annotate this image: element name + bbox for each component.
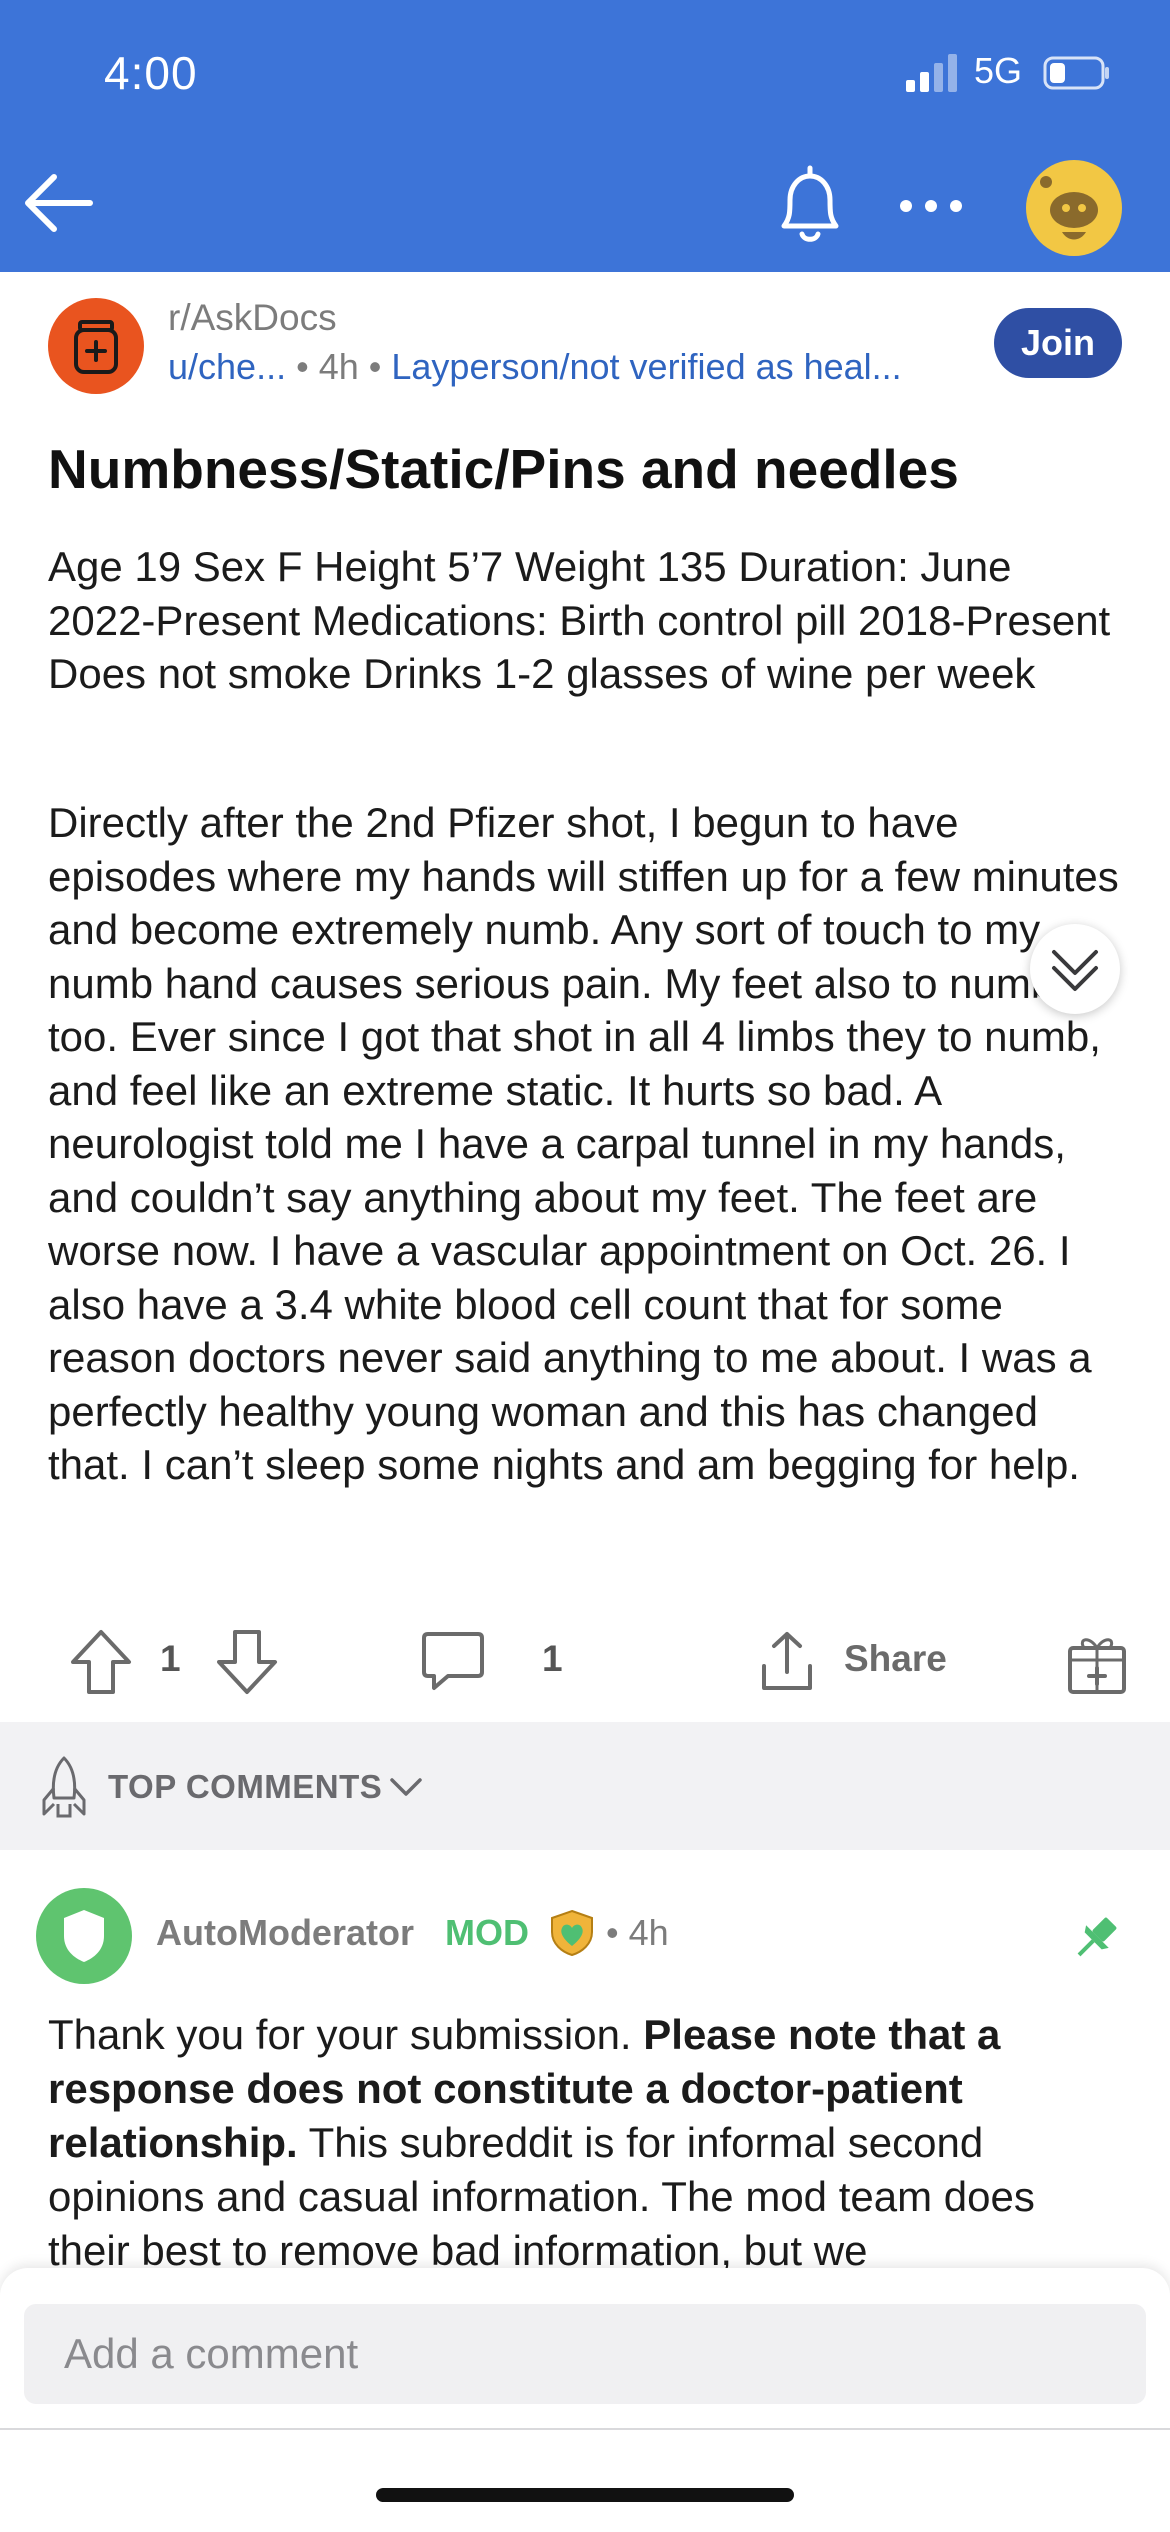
automoderator-avatar[interactable] [36,1888,132,1984]
post-meta: u/che... • 4h • Layperson/not verified a… [168,346,988,388]
mod-badge: MOD [445,1912,529,1953]
more-dots-icon [900,200,962,212]
post-body-paragraph: Age 19 Sex F Height 5’7 Weight 135 Durat… [48,543,1111,697]
app-header: 4:00 5G [0,0,1170,272]
signal-strength-icon [906,54,957,92]
back-button[interactable] [20,168,100,238]
comment-text-start: Thank you for your submission. [48,2011,644,2058]
user-avatar[interactable] [1026,160,1122,256]
meta-separator: • [606,1912,629,1953]
collapse-button[interactable] [1030,924,1120,1014]
bell-icon [781,165,839,242]
vote-count: 1 [160,1638,181,1679]
network-type: 5G [974,50,1023,91]
user-flair: Layperson/not verified as heal... [391,346,902,387]
award-button[interactable] [1062,1626,1132,1698]
subreddit-icon[interactable] [48,298,144,394]
home-indicator[interactable] [376,2488,794,2502]
chevron-down-icon [390,1778,422,1796]
gift-icon [1068,1638,1126,1694]
comment-meta: • 4h [606,1912,669,1954]
shield-icon [64,1910,104,1962]
add-comment-input[interactable] [24,2304,1146,2404]
double-chevron-down-icon [1052,950,1098,991]
post-author[interactable]: u/che... [168,346,286,387]
meta-separator: • [296,346,319,387]
sort-label: TOP COMMENTS [108,1768,383,1805]
notifications-button[interactable] [772,164,848,248]
comment-bubble-icon [422,1632,484,1690]
comment-text: Thank you for your submission. Please no… [48,2008,1128,2278]
comments-button[interactable] [418,1626,488,1698]
comment-count: 1 [542,1638,563,1679]
divider [0,2428,1170,2430]
meta-separator: • [368,346,392,387]
comment-age: 4h [628,1912,669,1953]
more-options-button[interactable] [896,186,966,226]
share-icon [762,1632,812,1690]
mod-shield-heart-icon [551,1909,593,1957]
pin-icon [1077,1917,1117,1957]
post-title: Numbness/Static/Pins and needles [48,438,959,500]
medicine-bottle-icon [74,320,118,374]
share-button[interactable]: Share [752,1626,962,1698]
comments-sort-bar: TOP COMMENTS [0,1722,1170,1850]
downvote-arrow-icon [217,1630,277,1694]
sort-comments-button[interactable]: TOP COMMENTS [38,1754,438,1820]
share-label: Share [844,1638,947,1679]
status-time: 4:00 [104,47,198,99]
battery-icon [1043,56,1109,90]
downvote-button[interactable] [212,1626,282,1698]
snoo-avatar-icon [1040,176,1098,240]
upvote-button[interactable] [66,1626,136,1698]
comment-author[interactable]: AutoModerator [156,1912,414,1954]
post-age: 4h [318,346,359,387]
subreddit-name[interactable]: r/AskDocs [168,297,337,339]
join-button[interactable]: Join [994,308,1122,378]
rocket-icon [42,1756,86,1818]
arrow-left-icon [25,174,93,232]
post-body-paragraph: Directly after the 2nd Pfizer shot, I be… [48,799,1119,1488]
upvote-arrow-icon [71,1630,131,1694]
